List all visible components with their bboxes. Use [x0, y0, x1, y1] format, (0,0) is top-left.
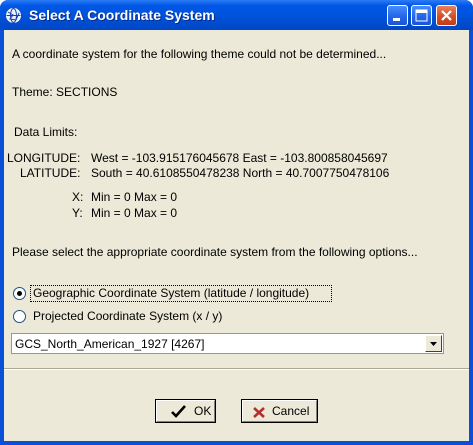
cancel-button-label: Cancel	[272, 404, 310, 418]
cancel-button[interactable]: Cancel	[241, 399, 318, 423]
latitude-value: South = 40.6108550478238 North = 40.7007…	[91, 166, 390, 180]
geographic-option-label[interactable]: Geographic Coordinate System (latitude /…	[33, 286, 309, 300]
minimize-button[interactable]	[387, 5, 408, 26]
dropdown-button[interactable]	[425, 335, 442, 352]
longitude-label: LONGITUDE:	[7, 151, 81, 165]
x-label: X:	[72, 190, 84, 204]
globe-icon	[6, 8, 21, 23]
button-separator	[4, 368, 469, 370]
checkmark-icon	[171, 405, 186, 418]
projected-option-label[interactable]: Projected Coordinate System (x / y)	[33, 309, 222, 323]
dialog-window: Select A Coordinate System A coordinate …	[0, 0, 473, 445]
theme-label: Theme: SECTIONS	[12, 85, 118, 99]
x-value: Min = 0 Max = 0	[91, 190, 178, 204]
cancel-x-icon	[253, 407, 265, 418]
geographic-radio[interactable]	[13, 287, 26, 300]
y-label: Y:	[72, 206, 83, 220]
latitude-label: LATITUDE:	[20, 166, 81, 180]
longitude-value: West = -103.915176045678 East = -103.800…	[91, 151, 388, 165]
chevron-down-icon	[430, 342, 437, 346]
ok-button[interactable]: OK	[155, 399, 216, 423]
window-title: Select A Coordinate System	[29, 7, 215, 23]
data-limits-heading: Data Limits:	[14, 125, 78, 139]
maximize-icon	[415, 9, 428, 22]
ok-button-label: OK	[194, 404, 212, 418]
coordinate-system-select[interactable]: GCS_North_American_1927 [4267]	[11, 333, 444, 354]
coordinate-system-value: GCS_North_American_1927 [4267]	[15, 337, 205, 351]
selection-prompt: Please select the appropriate coordinate…	[12, 245, 418, 259]
close-button[interactable]	[436, 5, 457, 26]
minimize-icon	[393, 18, 400, 21]
title-bar[interactable]: Select A Coordinate System	[0, 0, 473, 30]
dialog-body: A coordinate system for the following th…	[4, 30, 469, 441]
projected-radio[interactable]	[13, 310, 26, 323]
maximize-button[interactable]	[411, 5, 432, 26]
close-icon	[441, 10, 452, 21]
y-value: Min = 0 Max = 0	[91, 206, 178, 220]
radio-selected-dot	[17, 291, 22, 296]
intro-message: A coordinate system for the following th…	[12, 47, 387, 61]
